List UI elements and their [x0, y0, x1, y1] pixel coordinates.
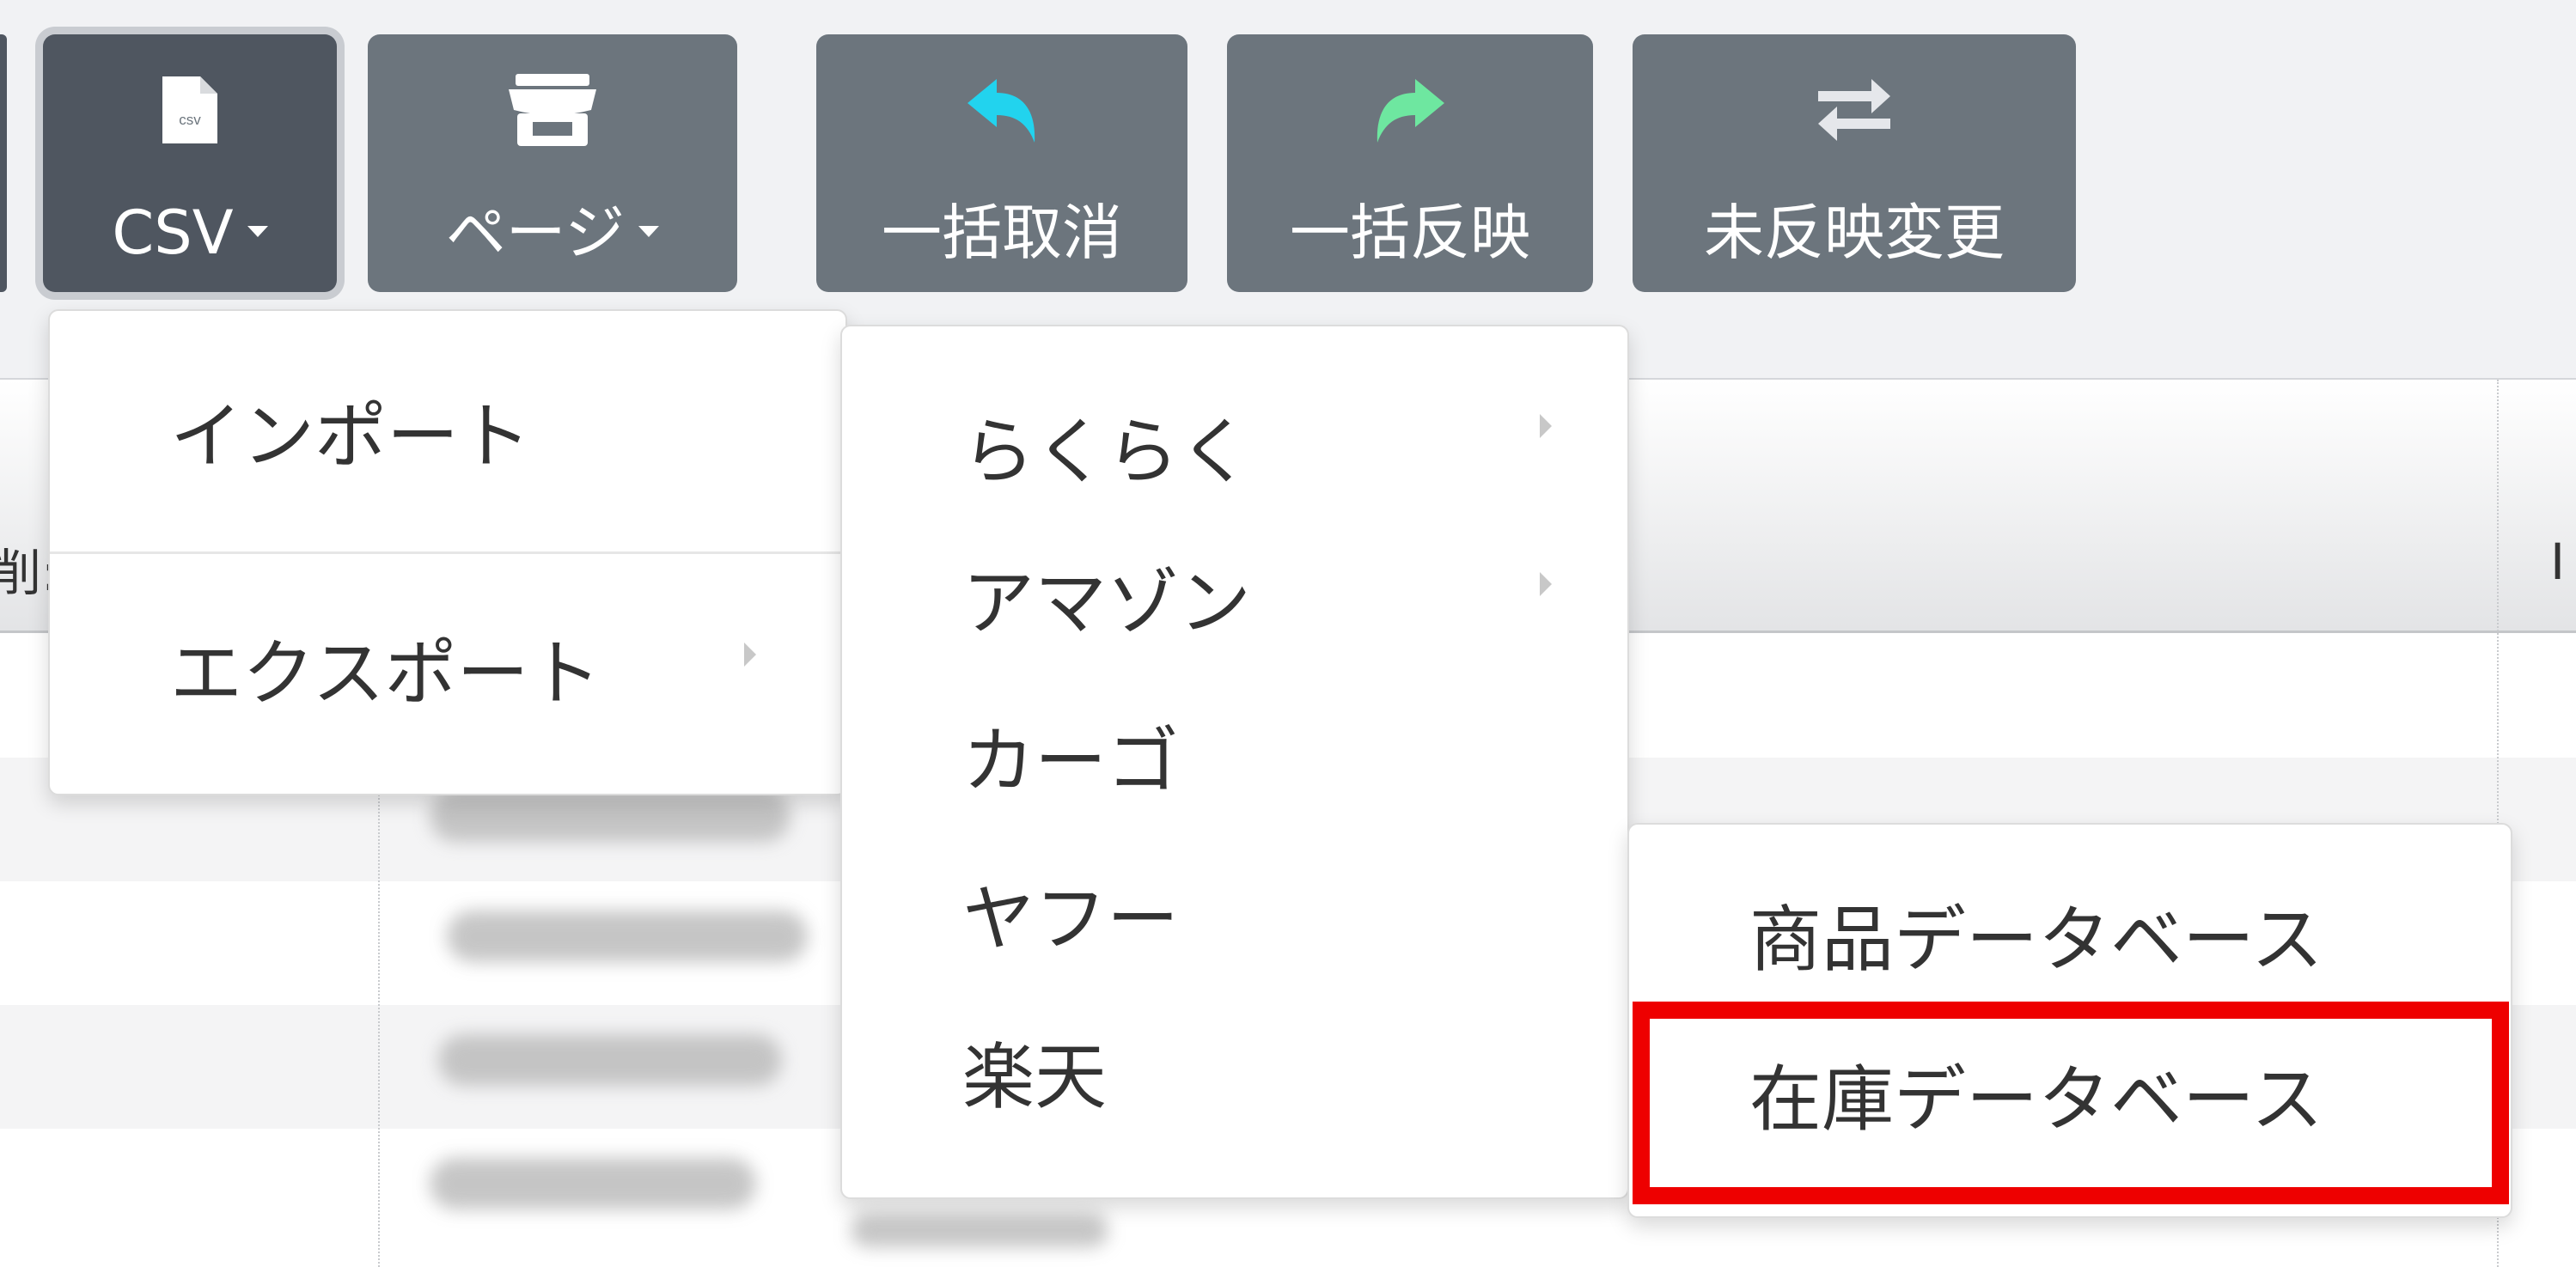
menu-item-amazon[interactable]: アマゾン — [962, 567, 1627, 639]
page-button[interactable]: ページ — [368, 34, 737, 292]
menu-item-rakuraku[interactable]: らくらく — [962, 416, 1627, 488]
csv-icon-text: csv — [179, 112, 201, 128]
unapplied-changes-button[interactable]: 未反映変更 — [1633, 34, 2076, 292]
unapplied-changes-label: 未反映変更 — [1704, 198, 2005, 268]
menu-item-yahoo[interactable]: ヤフー — [962, 883, 1627, 955]
chevron-right-icon — [744, 643, 756, 667]
toolbar-button-partial[interactable] — [0, 34, 7, 292]
undo-all-label: 一括取消 — [882, 198, 1122, 268]
csv-dropdown-menu: インポート エクスポート — [48, 309, 847, 795]
chevron-right-icon — [1540, 414, 1552, 438]
chevron-right-icon — [1540, 572, 1552, 596]
page-button-label: ページ — [445, 198, 626, 268]
table-header-cell[interactable]: I — [2550, 533, 2565, 591]
menu-divider — [50, 551, 845, 554]
blurred-cell — [430, 790, 791, 842]
store-icon — [368, 70, 737, 149]
column-divider — [378, 792, 380, 1267]
blurred-cell — [447, 911, 808, 962]
menu-item-cargo[interactable]: カーゴ — [962, 725, 1627, 797]
undo-all-button[interactable]: 一括取消 — [816, 34, 1187, 292]
menu-item-product-database[interactable]: 商品データベース — [1749, 904, 2511, 976]
caret-down-icon — [247, 226, 268, 238]
caret-down-icon — [638, 226, 660, 238]
menu-item-rakuten[interactable]: 楽天 — [962, 1041, 1627, 1113]
apply-all-button[interactable]: 一括反映 — [1227, 34, 1593, 292]
apply-all-label: 一括反映 — [1290, 198, 1530, 268]
blurred-cell — [430, 1158, 756, 1209]
redo-arrow-icon — [1227, 70, 1593, 149]
blurred-cell — [438, 1034, 782, 1086]
exchange-arrows-icon — [1633, 70, 2076, 149]
undo-arrow-icon — [816, 70, 1187, 149]
export-submenu: らくらく アマゾン カーゴ ヤフー 楽天 — [840, 325, 1629, 1199]
highlight-annotation — [1633, 1002, 2509, 1204]
csv-button-label: CSV — [112, 198, 234, 268]
blurred-cell — [851, 1213, 1108, 1247]
csv-file-icon: csv — [43, 70, 337, 149]
csv-button[interactable]: csv CSV — [43, 34, 337, 292]
menu-item-import[interactable]: インポート — [170, 400, 845, 472]
